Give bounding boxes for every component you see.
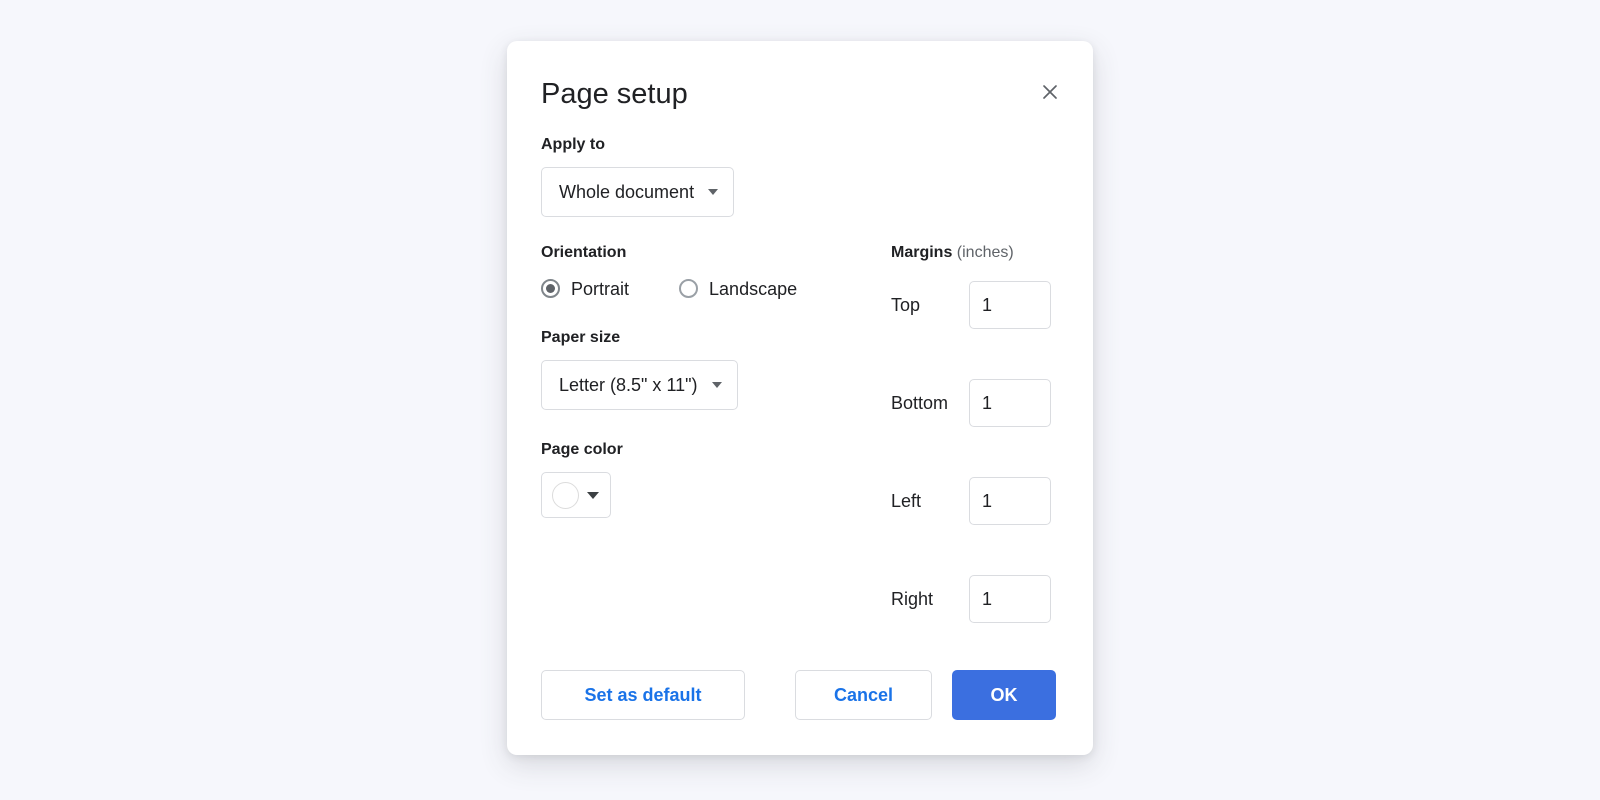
close-button[interactable]: [1033, 75, 1067, 109]
chevron-down-icon: [711, 382, 722, 388]
margin-spacer: [891, 329, 1059, 361]
margin-input-bottom[interactable]: [969, 379, 1051, 427]
margin-input-right[interactable]: [969, 575, 1051, 623]
apply-to-group: Apply to Whole document: [541, 135, 1059, 217]
radio-mark-portrait: [541, 279, 560, 298]
radio-label-landscape: Landscape: [709, 278, 798, 299]
radio-option-portrait[interactable]: Portrait: [541, 279, 629, 298]
page-setup-dialog: Page setup Apply to Whole document Orien…: [507, 41, 1093, 755]
apply-to-label: Apply to: [541, 136, 605, 153]
color-swatch: [552, 481, 579, 509]
ok-button[interactable]: OK: [952, 670, 1056, 720]
page-color-picker[interactable]: [541, 472, 611, 518]
paper-size-select[interactable]: Letter (8.5" x 11"): [541, 360, 738, 410]
orientation-label: Orientation: [541, 244, 627, 261]
margin-row-right: Right: [891, 575, 1059, 623]
screen-background: Page setup Apply to Whole document Orien…: [0, 0, 1600, 800]
close-icon: [1040, 82, 1060, 102]
margin-row-left: Left: [891, 477, 1059, 525]
radio-label-portrait: Portrait: [571, 278, 630, 299]
dialog-header: Page setup: [507, 41, 1093, 111]
margin-label-right: Right: [891, 588, 934, 609]
margin-spacer: [891, 427, 1059, 459]
apply-to-select[interactable]: Whole document: [541, 167, 735, 217]
chevron-down-icon: [708, 189, 719, 195]
margin-row-top: Top: [891, 281, 1059, 329]
page-color-group: Page color: [541, 440, 891, 518]
left-column: Orientation Portrait Landscape Paper siz…: [541, 243, 891, 623]
paper-size-group: Paper size Letter (8.5" x 11"): [541, 328, 891, 410]
set-as-default-button[interactable]: Set as default: [541, 670, 745, 720]
cancel-button[interactable]: Cancel: [795, 670, 932, 720]
margin-row-bottom: Bottom: [891, 379, 1059, 427]
margin-input-top[interactable]: [969, 281, 1051, 329]
orientation-radio-row: Portrait Landscape: [541, 279, 891, 298]
dialog-title: Page setup: [541, 78, 688, 110]
apply-to-value: Whole document: [559, 182, 695, 202]
margins-column: Margins (inches) Top Bottom Left: [891, 243, 1059, 623]
dialog-body: Apply to Whole document Orientation Port…: [507, 135, 1093, 623]
margins-unit-text: (inches): [956, 244, 1014, 261]
orientation-group: Orientation Portrait Landscape: [541, 243, 891, 298]
chevron-down-icon: [587, 491, 599, 499]
settings-columns: Orientation Portrait Landscape Paper siz…: [541, 243, 1059, 623]
paper-size-label: Paper size: [541, 329, 621, 346]
margins-title: Margins (inches): [891, 243, 1059, 263]
paper-size-value: Letter (8.5" x 11"): [559, 375, 698, 395]
margins-title-text: Margins: [891, 244, 953, 261]
margin-label-left: Left: [891, 490, 922, 511]
radio-mark-landscape: [679, 279, 699, 298]
margin-label-top: Top: [891, 294, 921, 315]
margin-label-bottom: Bottom: [891, 392, 949, 413]
radio-option-landscape[interactable]: Landscape: [679, 279, 797, 298]
margin-input-left[interactable]: [969, 477, 1051, 525]
margin-spacer: [891, 525, 1059, 557]
dialog-footer: Set as default Cancel OK: [507, 670, 1093, 755]
page-color-label: Page color: [541, 441, 623, 458]
